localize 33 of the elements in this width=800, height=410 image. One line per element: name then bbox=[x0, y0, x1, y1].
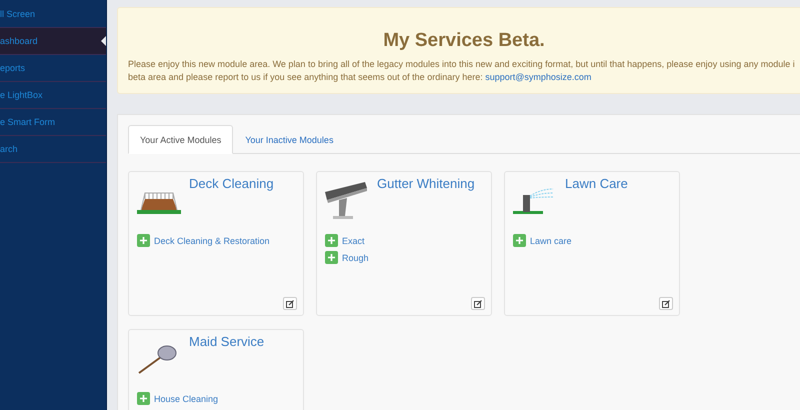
tab[interactable]: Your Active Modules bbox=[128, 125, 234, 154]
add-icon[interactable] bbox=[137, 234, 150, 247]
edit-button[interactable] bbox=[283, 297, 297, 310]
sprinkler-icon bbox=[513, 187, 555, 217]
add-icon[interactable] bbox=[513, 234, 526, 247]
add-icon[interactable] bbox=[325, 251, 338, 264]
gutter-icon bbox=[325, 182, 367, 222]
edit-icon bbox=[474, 300, 482, 308]
service-link[interactable]: Lawn care bbox=[530, 236, 572, 246]
sidebar-item[interactable]: e LightBox bbox=[0, 82, 106, 109]
sidebar-item[interactable]: arch bbox=[0, 136, 106, 163]
support-email-link[interactable]: support@symphosize.com bbox=[485, 72, 592, 82]
edit-button[interactable] bbox=[659, 297, 673, 310]
module-title: Maid Service bbox=[188, 334, 264, 349]
module-title: Deck Cleaning bbox=[188, 176, 274, 191]
service-link[interactable]: Rough bbox=[342, 252, 369, 262]
add-icon[interactable] bbox=[137, 392, 150, 405]
edit-button[interactable] bbox=[471, 297, 485, 310]
sidebar-item[interactable]: eports bbox=[0, 55, 106, 82]
module-title: Lawn Care bbox=[564, 176, 628, 191]
tab[interactable]: Your Inactive Modules bbox=[233, 125, 346, 154]
sidebar-item[interactable]: ashboard bbox=[0, 28, 106, 55]
edit-icon bbox=[662, 300, 670, 308]
edit-icon bbox=[286, 300, 294, 308]
service-link[interactable]: Deck Cleaning & Restoration bbox=[154, 236, 270, 246]
service-link[interactable]: Exact bbox=[342, 236, 365, 246]
notice-text: Please enjoy this new module area. We plan to bring all of the legacy modules into this new and exciting format, but until that happens, please enjoy using any module i beta area and please report to us if you see anything that seems out of the ordinary here: support@symphosize.com bbox=[128, 58, 796, 84]
service-link[interactable]: House Cleaning bbox=[154, 394, 218, 404]
add-icon[interactable] bbox=[325, 234, 338, 247]
notice-title: My Services Beta. bbox=[383, 30, 545, 52]
duster-icon bbox=[137, 345, 177, 375]
sidebar-item[interactable]: e Smart Form bbox=[0, 109, 106, 136]
module-title: Gutter Whitening bbox=[376, 176, 475, 191]
